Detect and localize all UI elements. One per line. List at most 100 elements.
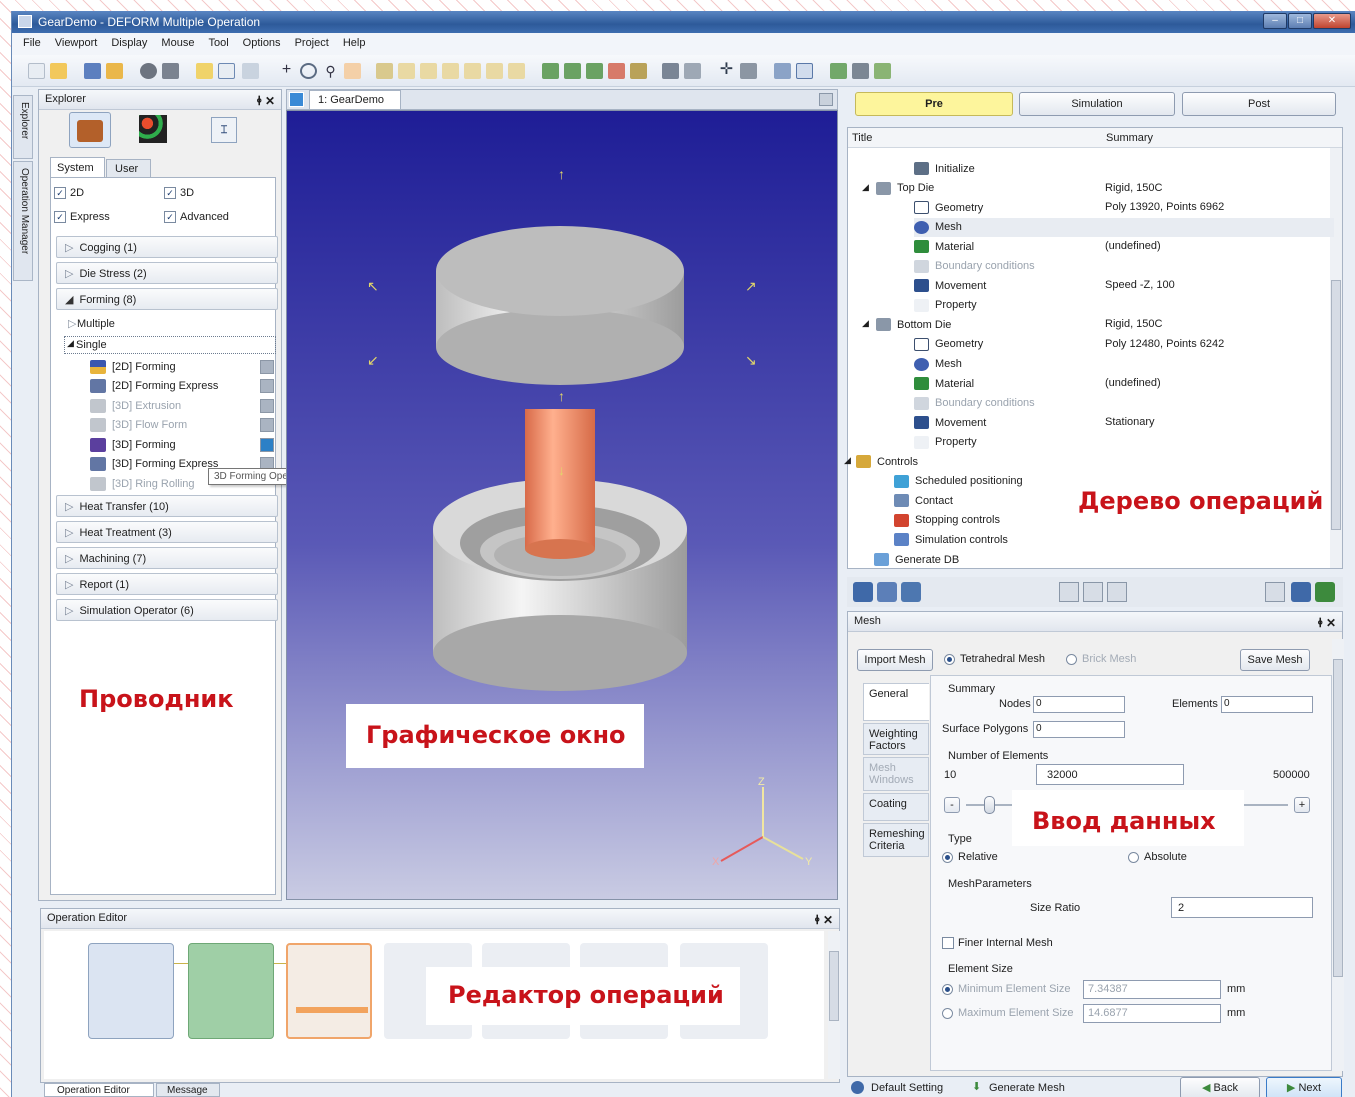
group-heat-treatment[interactable]: ▷ Heat Treatment (3) [56, 521, 278, 543]
viewport-restore-icon[interactable] [819, 93, 833, 106]
side-tab-operation-manager[interactable]: Operation Manager [13, 161, 33, 281]
view-side-icon[interactable] [486, 63, 503, 79]
database-tool-icon[interactable] [830, 63, 847, 79]
save-as-icon[interactable] [106, 63, 123, 79]
transform-icon[interactable] [740, 63, 757, 79]
tree-item[interactable]: Stopping controls [894, 511, 1000, 530]
add-icon[interactable] [260, 360, 274, 374]
tab-operation-editor[interactable]: Operation Editor [44, 1083, 154, 1097]
generate-db-icon[interactable] [1315, 582, 1335, 602]
collapse-icon[interactable]: ◢ [862, 318, 869, 329]
op-editor-dock-controls[interactable]: ꬹ ✕ [815, 911, 833, 928]
min-element-size-field[interactable]: 7.34387 [1083, 980, 1221, 999]
tree-item[interactable]: Mesh [914, 355, 962, 374]
generate-mesh-button[interactable]: Generate Mesh [989, 1082, 1065, 1094]
settings-icon[interactable] [852, 63, 869, 79]
add-icon[interactable] [260, 418, 274, 432]
add-icon[interactable] [260, 438, 274, 452]
checkbox-2d[interactable]: ✓ [54, 187, 66, 200]
max-element-size-field[interactable]: 14.6877 [1083, 1004, 1221, 1023]
tab-message[interactable]: Message [156, 1083, 220, 1097]
pan-icon[interactable]: + [278, 62, 295, 79]
finer-internal-mesh-option[interactable]: Finer Internal Mesh [942, 937, 1053, 950]
tab-user[interactable]: User [106, 159, 151, 178]
menu-file[interactable]: File [16, 33, 48, 55]
tree-item[interactable]: Generate DB [874, 550, 959, 569]
menu-mouse[interactable]: Mouse [154, 33, 201, 55]
tree-item[interactable]: Boundary conditions [914, 394, 1035, 413]
arrow-icon[interactable] [774, 63, 791, 79]
check-3d[interactable]: ✓ 3D [164, 187, 194, 200]
operation-node-heat[interactable] [188, 943, 274, 1039]
tree-item[interactable]: Boundary conditions [914, 257, 1035, 276]
tree-item[interactable]: Scheduled positioning [894, 472, 1023, 491]
gear-icon[interactable] [140, 63, 157, 79]
elements-slider-thumb[interactable] [983, 796, 995, 814]
grid-icon[interactable] [684, 63, 701, 79]
tab-remeshing-criteria[interactable]: Remeshing Criteria [863, 823, 929, 857]
tree-item[interactable]: Mesh [914, 217, 1334, 237]
group-simulation-operator[interactable]: ▷ Simulation Operator (6) [56, 599, 278, 621]
tab-general[interactable]: General [863, 683, 929, 721]
tree-item[interactable]: Material [914, 374, 974, 393]
item-2d-forming[interactable]: [2D] Forming [90, 358, 176, 376]
slider-minus-button[interactable]: - [944, 797, 960, 813]
tree-item[interactable]: Bottom Die [876, 315, 951, 334]
view-top-icon[interactable] [508, 63, 525, 79]
tab-coating[interactable]: Coating [863, 793, 929, 821]
side-tab-explorer[interactable]: Explorer [13, 95, 33, 159]
tree-item[interactable]: Property [914, 296, 977, 315]
tool-icon[interactable] [162, 63, 179, 79]
save-mesh-button[interactable]: Save Mesh [1240, 649, 1310, 671]
menu-project[interactable]: Project [288, 33, 336, 55]
tree-item[interactable]: Top Die [876, 179, 934, 198]
simulation-mode-button[interactable]: Simulation [1019, 92, 1175, 116]
tetra-radio[interactable] [944, 653, 955, 665]
check-data-icon[interactable] [1265, 582, 1285, 602]
item-2d-forming-express[interactable]: [2D] Forming Express [90, 377, 218, 395]
save-icon[interactable] [84, 63, 101, 79]
view-xy-icon[interactable] [398, 63, 415, 79]
object-mesh-icon[interactable] [877, 582, 897, 602]
shade-icon[interactable] [542, 63, 559, 79]
menu-tool[interactable]: Tool [201, 33, 235, 55]
menu-options[interactable]: Options [236, 33, 288, 55]
size-ratio-field[interactable]: 2 [1171, 897, 1313, 918]
screen-icon[interactable] [796, 63, 813, 79]
min-element-size-option[interactable]: Minimum Element Size [942, 983, 1070, 995]
slider-plus-button[interactable]: + [1294, 797, 1310, 813]
menu-help[interactable]: Help [336, 33, 373, 55]
tree-scroll-thumb[interactable] [1331, 280, 1341, 530]
import-mesh-button[interactable]: Import Mesh [857, 649, 933, 671]
relative-radio[interactable] [942, 851, 953, 863]
mesh-dock-controls[interactable]: ꬹ ✕ [1318, 614, 1336, 631]
operation-node-forming[interactable] [88, 943, 174, 1039]
elements-field[interactable]: 0 [1221, 696, 1313, 713]
tetra-mesh-option[interactable]: Tetrahedral Mesh [944, 653, 1045, 665]
close-button[interactable]: ✕ [1313, 13, 1351, 29]
add-icon[interactable] [260, 379, 274, 393]
next-button[interactable]: ▶ Next [1266, 1077, 1342, 1097]
tree-item[interactable]: Geometry [914, 198, 983, 217]
brick-mesh-option[interactable]: Brick Mesh [1066, 653, 1136, 665]
group-die-stress[interactable]: ▷ Die Stress (2) [56, 262, 278, 284]
simulate-icon[interactable] [874, 63, 891, 79]
check-express[interactable]: ✓ Express [54, 211, 110, 224]
maximize-button[interactable]: □ [1288, 13, 1312, 29]
rotate-icon[interactable] [300, 63, 317, 79]
tab-weighting-factors[interactable]: Weighting Factors [863, 723, 929, 755]
material-view-icon[interactable] [630, 63, 647, 79]
item-3d-forming[interactable]: [3D] Forming [90, 436, 176, 454]
group-report[interactable]: ▷ Report (1) [56, 573, 278, 595]
absolute-option[interactable]: Absolute [1128, 851, 1187, 863]
pointer-icon[interactable] [218, 63, 235, 79]
collapse-icon[interactable]: ◢ [844, 455, 851, 466]
transparent-icon[interactable] [608, 63, 625, 79]
view-axis-icon[interactable] [376, 63, 393, 79]
item-3d-forming-express[interactable]: [3D] Forming Express [90, 455, 218, 473]
object-view-icon[interactable] [901, 582, 921, 602]
check-2d[interactable]: ✓ 2D [54, 187, 84, 200]
checkbox-express[interactable]: ✓ [54, 211, 66, 224]
group-cogging[interactable]: ▷ Cogging (1) [56, 236, 278, 258]
simulate-run-icon[interactable] [1291, 582, 1311, 602]
